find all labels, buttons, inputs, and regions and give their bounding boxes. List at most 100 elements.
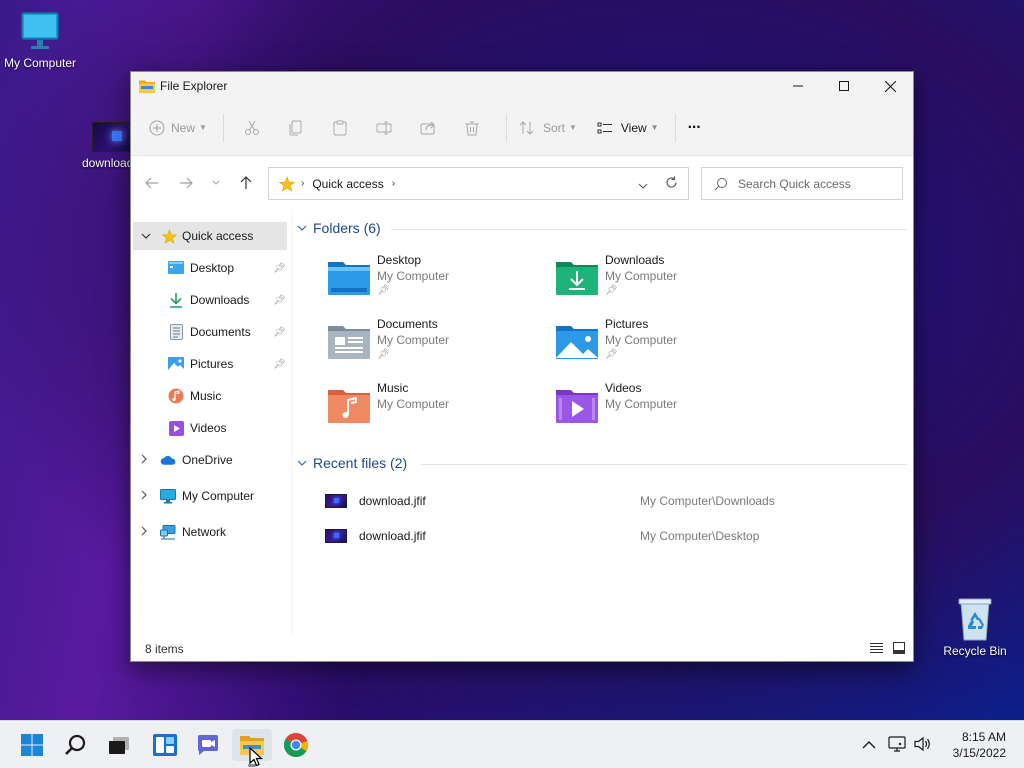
title-bar[interactable]: File Explorer <box>131 72 913 100</box>
tiles-view-button[interactable] <box>893 642 905 657</box>
desktop-icon-my-computer[interactable]: My Computer <box>0 10 80 70</box>
recent-locations-button[interactable] <box>205 172 227 194</box>
desktop-folder-icon <box>327 254 371 298</box>
chevron-right-icon[interactable]: › <box>392 178 395 189</box>
folders-group-header[interactable]: Folders (6) <box>297 220 381 236</box>
chevron-up-icon <box>862 741 876 749</box>
task-view-icon <box>109 737 129 754</box>
chevron-down-icon: ▼ <box>568 123 577 132</box>
desktop-icon-recycle-bin[interactable]: Recycle Bin <box>935 596 1015 658</box>
network-status-button[interactable] <box>888 735 906 755</box>
folder-name: Desktop <box>377 253 422 267</box>
volume-button[interactable] <box>914 736 932 755</box>
pin-icon: 📌︎ <box>605 285 618 296</box>
close-button[interactable] <box>867 72 913 100</box>
up-button[interactable] <box>235 172 257 194</box>
group-divider <box>391 229 907 230</box>
minimize-icon <box>793 85 803 87</box>
refresh-button[interactable] <box>665 176 678 192</box>
details-view-button[interactable] <box>870 642 883 657</box>
back-button[interactable] <box>141 172 163 194</box>
more-options-button[interactable]: ··· <box>688 119 702 137</box>
folder-tile-pictures[interactable]: Pictures My Computer 📌︎ <box>555 316 775 372</box>
cut-button[interactable] <box>236 112 268 144</box>
sidebar-item-videos[interactable]: Videos <box>131 414 291 442</box>
search-icon <box>714 177 727 190</box>
share-button[interactable] <box>412 112 444 144</box>
minimize-button[interactable] <box>775 72 821 100</box>
image-thumbnail-icon <box>325 529 347 543</box>
sidebar-item-label: Documents <box>190 325 251 339</box>
search-box[interactable] <box>701 167 903 200</box>
folder-name: Documents <box>377 317 438 331</box>
pin-icon: 📌︎ <box>273 358 286 370</box>
sort-button[interactable]: Sort ▼ <box>519 120 577 136</box>
rename-button[interactable] <box>368 112 400 144</box>
sidebar-item-quick-access[interactable]: Quick access <box>133 222 287 250</box>
image-thumbnail-icon <box>325 494 347 508</box>
item-count: 8 items <box>145 642 184 656</box>
show-hidden-icons-button[interactable] <box>862 738 876 752</box>
chevron-down-icon: ▼ <box>650 123 659 132</box>
sidebar-item-pictures[interactable]: Pictures 📌︎ <box>131 350 291 378</box>
clock[interactable]: 8:15 AM 3/15/2022 <box>953 729 1006 761</box>
desktop-icon-label: My Computer <box>3 56 77 70</box>
sidebar-item-music[interactable]: Music <box>131 382 291 410</box>
widgets-button[interactable] <box>145 729 185 761</box>
search-button[interactable] <box>56 729 96 761</box>
address-bar[interactable]: › Quick access › <box>268 167 689 200</box>
chrome-button[interactable] <box>276 729 316 761</box>
recent-file-row[interactable]: download.jfif My Computer\Desktop <box>325 522 903 550</box>
folder-tile-downloads[interactable]: Downloads My Computer 📌︎ <box>555 252 775 308</box>
sidebar-item-desktop[interactable]: Desktop 📌︎ <box>131 254 291 282</box>
folder-tile-desktop[interactable]: Desktop My Computer 📌︎ <box>327 252 547 308</box>
maximize-icon <box>839 81 849 91</box>
chevron-right-icon[interactable] <box>141 454 151 466</box>
network-icon <box>160 524 176 540</box>
sidebar-item-onedrive[interactable]: OneDrive <box>131 446 291 474</box>
new-button[interactable]: New ▼ <box>149 120 207 136</box>
chat-icon <box>198 735 218 755</box>
breadcrumb-quick-access[interactable]: Quick access <box>312 177 383 191</box>
chevron-down-icon <box>638 183 648 189</box>
chevron-right-icon[interactable] <box>141 490 151 502</box>
sidebar-item-label: Network <box>182 525 227 539</box>
chat-button[interactable] <box>188 729 228 761</box>
pane-divider[interactable] <box>291 210 293 637</box>
folder-tile-videos[interactable]: Videos My Computer <box>555 380 775 436</box>
video-icon <box>168 420 184 436</box>
search-icon <box>65 734 86 755</box>
address-history-button[interactable] <box>638 178 648 192</box>
sidebar-item-documents[interactable]: Documents 📌︎ <box>131 318 291 346</box>
desktop-icon-download[interactable]: download.jfif <box>78 122 138 170</box>
sidebar-item-network[interactable]: Network <box>131 518 291 546</box>
chevron-down-icon[interactable] <box>141 231 151 241</box>
copy-button[interactable] <box>280 112 312 144</box>
maximize-button[interactable] <box>821 72 867 100</box>
delete-button[interactable] <box>456 112 488 144</box>
star-icon <box>161 228 177 244</box>
chevron-down-icon: ▼ <box>199 123 207 132</box>
refresh-icon <box>666 176 677 188</box>
folder-tile-music[interactable]: Music My Computer <box>327 380 547 436</box>
pin-icon: 📌︎ <box>273 294 286 306</box>
folder-location: My Computer <box>605 333 678 347</box>
folder-tile-documents[interactable]: Documents My Computer 📌︎ <box>327 316 547 372</box>
task-view-button[interactable] <box>99 729 139 761</box>
status-bar: 8 items <box>131 637 913 661</box>
sidebar-item-label: Music <box>190 389 222 403</box>
picture-icon <box>168 356 184 372</box>
folder-location: My Computer <box>377 269 450 283</box>
recent-file-row[interactable]: download.jfif My Computer\Downloads <box>325 487 903 515</box>
sidebar-item-downloads[interactable]: Downloads 📌︎ <box>131 286 291 314</box>
forward-button[interactable] <box>175 172 197 194</box>
chevron-right-icon[interactable] <box>141 526 151 538</box>
start-button[interactable] <box>12 729 52 761</box>
recent-files-group-header[interactable]: Recent files (2) <box>297 455 407 471</box>
arrow-right-icon <box>180 177 193 189</box>
view-button[interactable]: View ▼ <box>597 120 659 136</box>
folder-icon <box>139 79 155 93</box>
sidebar-item-my-computer[interactable]: My Computer <box>131 482 291 510</box>
search-input[interactable] <box>738 176 888 191</box>
paste-button[interactable] <box>324 112 356 144</box>
